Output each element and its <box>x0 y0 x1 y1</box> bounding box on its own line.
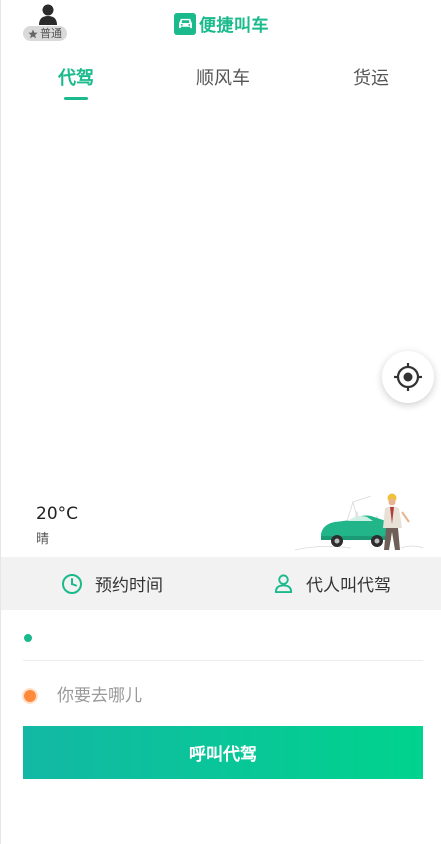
star-icon <box>28 29 38 38</box>
service-tabs: 代驾 顺风车 货运 <box>1 60 441 104</box>
call-driver-button[interactable]: 呼叫代驾 <box>23 726 423 779</box>
destination-dot-icon <box>24 690 36 702</box>
proxy-booking-label: 代人叫代驾 <box>306 576 391 596</box>
destination-row[interactable] <box>23 671 423 721</box>
weather-condition: 晴 <box>36 532 50 547</box>
app-title: 便捷叫车 <box>199 16 269 36</box>
locate-target-icon <box>394 363 422 391</box>
tab-carpool[interactable]: 顺风车 <box>196 64 250 90</box>
driver-car-illustration <box>294 493 424 551</box>
temperature: 20°C <box>36 504 79 524</box>
start-dot-icon <box>24 634 32 642</box>
weather-widget: 20°C 晴 <box>36 504 78 547</box>
user-avatar-icon <box>39 4 57 25</box>
start-location-row[interactable] <box>23 610 423 661</box>
schedule-time-label: 预约时间 <box>95 576 163 596</box>
member-level-label: 普通 <box>40 27 62 40</box>
user-avatar[interactable]: 普通 <box>23 4 69 42</box>
member-level-badge: 普通 <box>23 26 67 41</box>
proxy-booking-option[interactable]: 代人叫代驾 <box>273 557 391 610</box>
app-logo: 便捷叫车 <box>174 11 269 36</box>
tab-designated-driver[interactable]: 代驾 <box>58 64 94 90</box>
tab-freight[interactable]: 货运 <box>353 64 389 90</box>
ride-options-bar: 预约时间 代人叫代驾 <box>1 557 441 610</box>
active-tab-indicator <box>64 97 88 100</box>
clock-icon <box>62 573 82 594</box>
top-bar: 普通 便捷叫车 <box>1 0 441 46</box>
locate-button[interactable] <box>382 351 434 403</box>
destination-input[interactable] <box>55 680 399 712</box>
schedule-time-option[interactable]: 预约时间 <box>61 557 163 610</box>
car-logo-icon <box>174 12 196 35</box>
person-icon <box>274 574 293 594</box>
